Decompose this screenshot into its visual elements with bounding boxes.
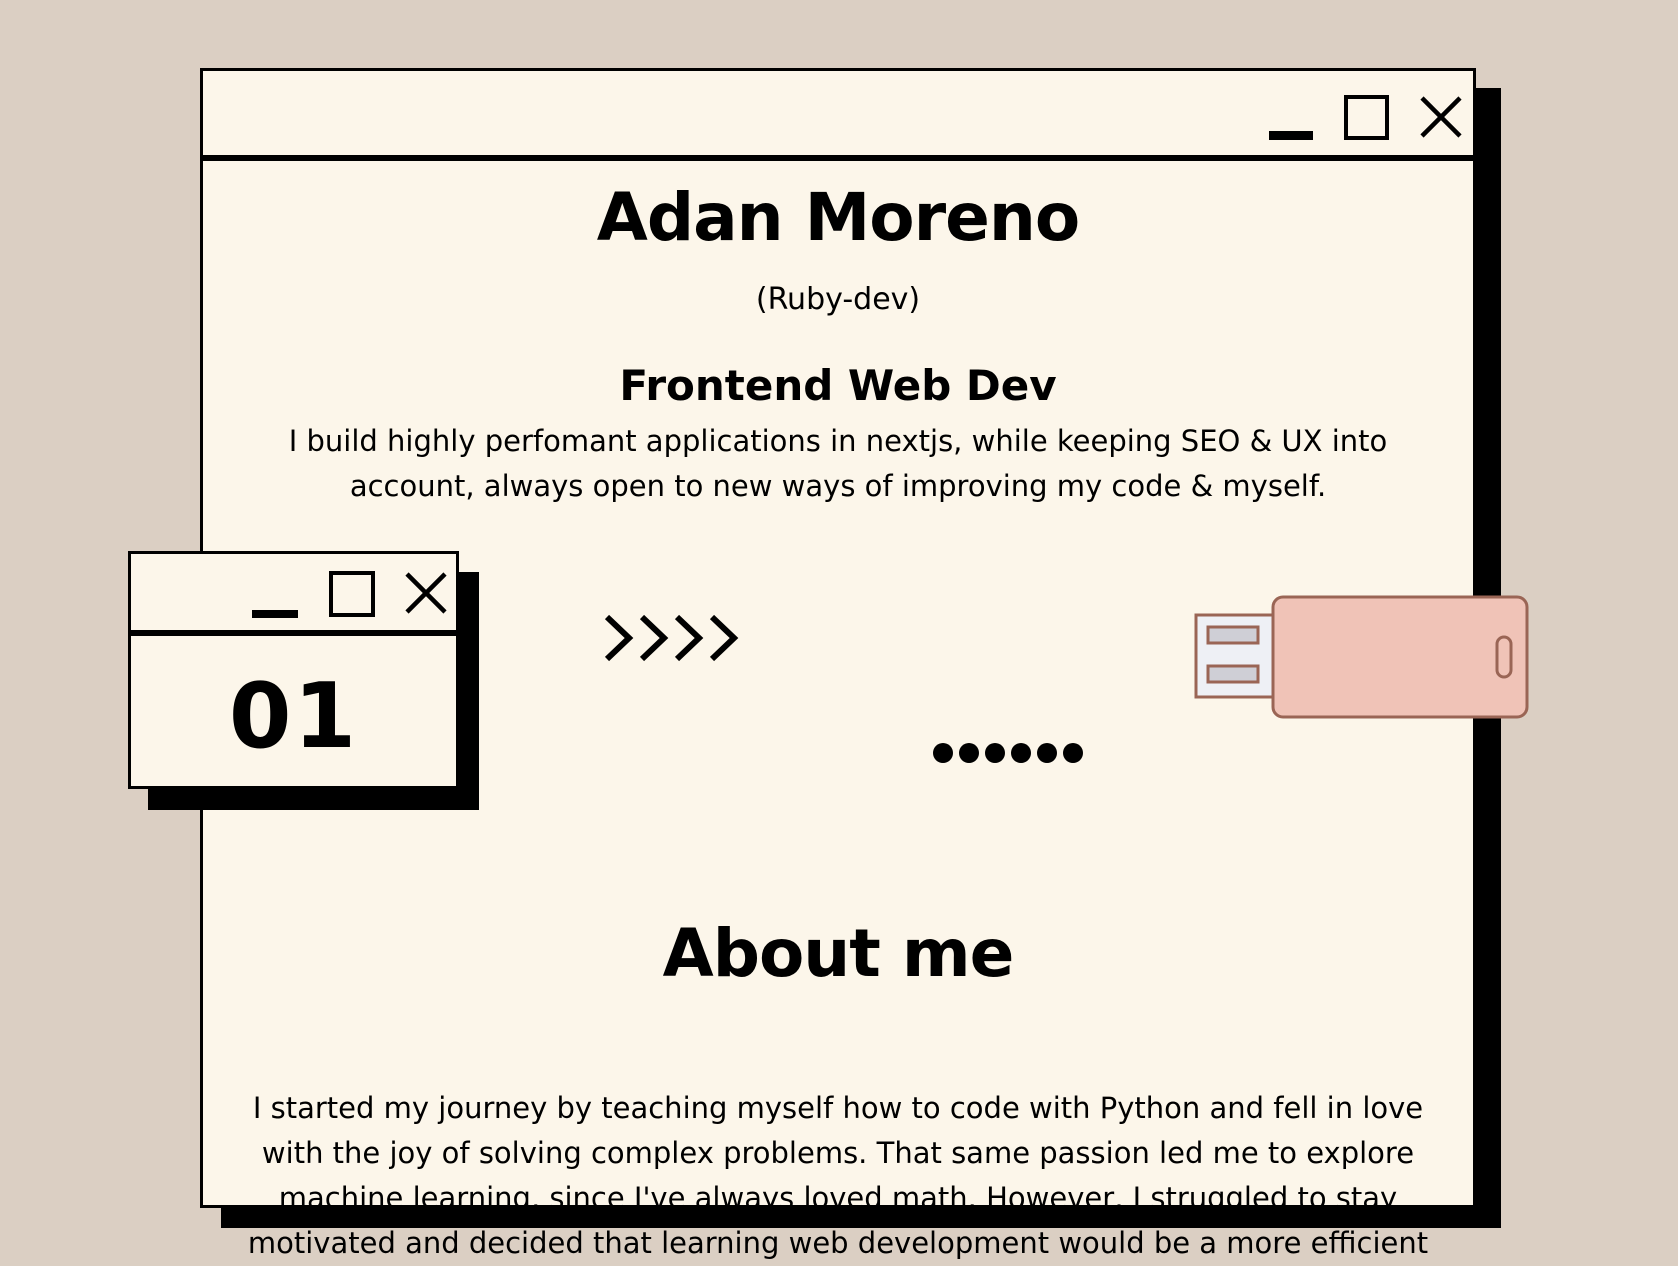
close-icon[interactable] — [404, 571, 448, 615]
badge-window: 01 — [128, 551, 459, 789]
badge-window-titlebar — [131, 554, 456, 636]
chevrons-right-icon — [604, 614, 739, 662]
usb-drive-icon — [1194, 595, 1529, 719]
about-text: I started my journey by teaching myself … — [247, 1091, 1429, 1260]
hero-description: I build highly perfomant applications in… — [288, 424, 1388, 503]
maximize-icon[interactable] — [1344, 95, 1389, 140]
hero-name: Adan Moreno — [596, 179, 1081, 256]
hero-role: Frontend Web Dev — [619, 361, 1057, 410]
about-title: About me — [662, 915, 1015, 992]
maximize-icon[interactable] — [329, 571, 375, 617]
minimize-icon[interactable] — [252, 610, 298, 618]
main-window-titlebar — [203, 71, 1473, 161]
badge-number: 01 — [228, 664, 359, 769]
dots-icon — [933, 743, 1083, 763]
minimize-icon[interactable] — [1269, 131, 1313, 140]
close-icon[interactable] — [1419, 95, 1463, 139]
hero-alias: (Ruby-dev) — [755, 282, 921, 317]
